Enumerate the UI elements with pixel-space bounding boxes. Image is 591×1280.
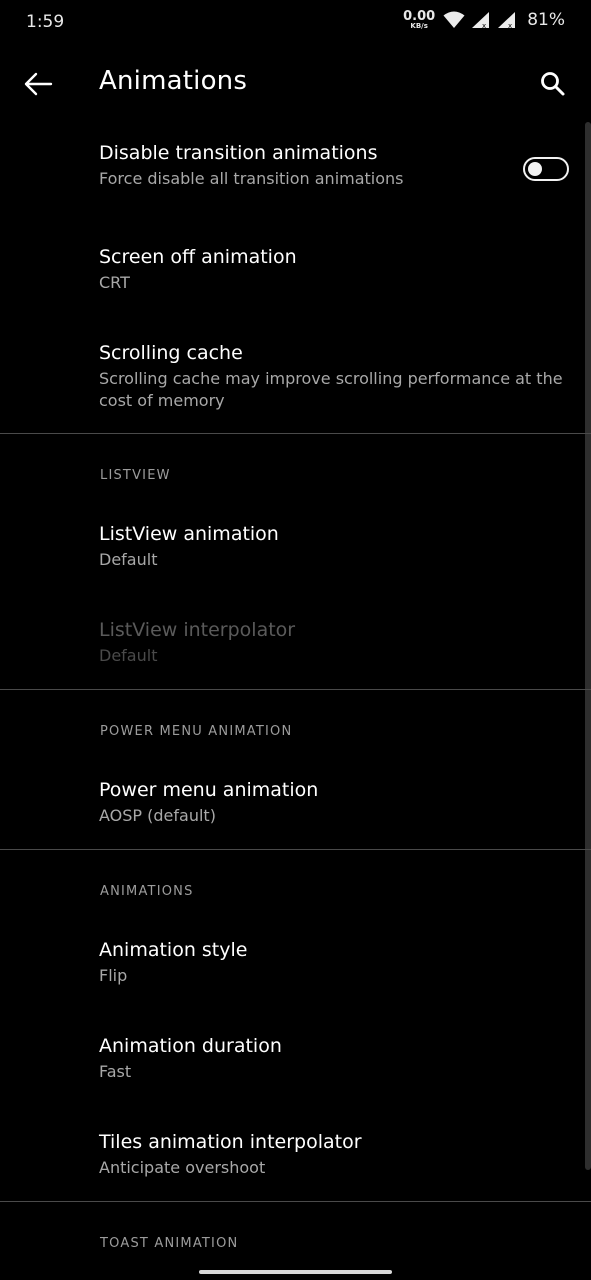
pref-title: Animation style xyxy=(99,939,248,961)
pref-scrolling-cache[interactable]: Scrolling cache Scrolling cache may impr… xyxy=(99,340,567,412)
app-bar: Animations xyxy=(0,46,591,120)
pref-title: ListView animation xyxy=(99,523,279,545)
pref-title: Scrolling cache xyxy=(99,342,243,364)
search-icon xyxy=(541,72,565,96)
pref-title: Animation duration xyxy=(99,1035,282,1057)
toggle-knob xyxy=(528,162,542,176)
cell-signal-icon: x xyxy=(472,12,490,29)
pref-power-menu-animation[interactable]: Power menu animation AOSP (default) xyxy=(99,777,567,827)
pref-summary: Default xyxy=(99,550,158,569)
pref-title: Disable transition animations xyxy=(99,142,378,164)
svg-text:x: x xyxy=(482,22,486,29)
pref-summary: Scrolling cache may improve scrolling pe… xyxy=(99,369,563,410)
category-animations: ANIMATIONS xyxy=(100,884,194,899)
status-icons: 0.00 KB/s x x 81% xyxy=(403,10,565,30)
disable-transitions-toggle[interactable] xyxy=(523,157,569,181)
pref-disable-transition-animations[interactable]: Disable transition animations Force disa… xyxy=(99,140,501,190)
pref-summary: AOSP (default) xyxy=(99,806,216,825)
net-speed-unit: KB/s xyxy=(410,22,428,30)
back-button[interactable] xyxy=(20,66,56,102)
page-title: Animations xyxy=(99,66,248,96)
net-speed: 0.00 KB/s xyxy=(403,10,435,30)
divider xyxy=(0,433,591,434)
pref-summary: Anticipate overshoot xyxy=(99,1158,266,1177)
category-toast: TOAST ANIMATION xyxy=(100,1236,239,1251)
pref-animation-duration[interactable]: Animation duration Fast xyxy=(99,1033,567,1083)
svg-text:x: x xyxy=(508,22,512,29)
pref-title: Tiles animation interpolator xyxy=(99,1131,362,1153)
divider xyxy=(0,689,591,690)
pref-listview-animation[interactable]: ListView animation Default xyxy=(99,521,567,571)
pref-summary: Fast xyxy=(99,1062,132,1081)
arrow-left-icon xyxy=(24,72,53,96)
battery-level: 81% xyxy=(527,10,565,30)
pref-title: Power menu animation xyxy=(99,779,319,801)
cell-signal-icon-2: x xyxy=(498,12,516,29)
status-time: 1:59 xyxy=(26,12,65,32)
pref-summary: Default xyxy=(99,646,158,665)
wifi-icon xyxy=(443,11,465,28)
pref-tiles-animation-interpolator[interactable]: Tiles animation interpolator Anticipate … xyxy=(99,1129,567,1179)
category-listview: LISTVIEW xyxy=(100,468,171,483)
category-power-menu: POWER MENU ANIMATION xyxy=(100,724,293,739)
status-bar: 1:59 0.00 KB/s x x 81% xyxy=(0,0,591,46)
pref-screen-off-animation[interactable]: Screen off animation CRT xyxy=(99,244,567,294)
pref-title: Screen off animation xyxy=(99,246,297,268)
divider xyxy=(0,849,591,850)
scrollbar[interactable] xyxy=(585,122,591,1170)
pref-summary: Flip xyxy=(99,966,128,985)
pref-summary: Force disable all transition animations xyxy=(99,169,404,188)
pref-summary: CRT xyxy=(99,273,130,292)
pref-animation-style[interactable]: Animation style Flip xyxy=(99,937,567,987)
nav-gesture-handle[interactable] xyxy=(199,1270,392,1274)
divider xyxy=(0,1201,591,1202)
pref-title: ListView interpolator xyxy=(99,619,296,641)
search-button[interactable] xyxy=(535,66,571,102)
pref-listview-interpolator: ListView interpolator Default xyxy=(99,617,567,667)
